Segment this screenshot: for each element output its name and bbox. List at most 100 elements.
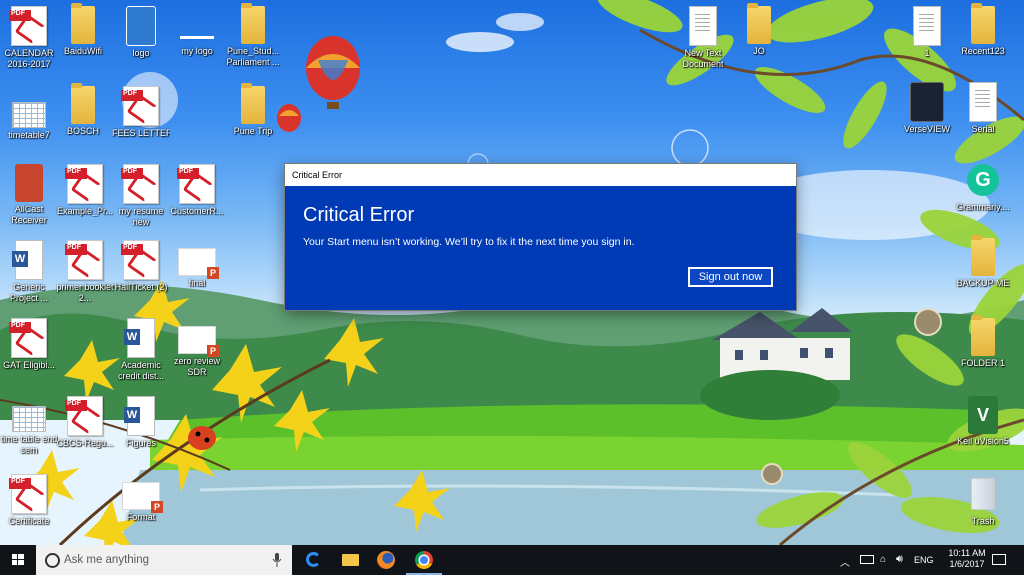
language-indicator[interactable]: ENG	[914, 555, 936, 567]
spreadsheet-file-icon	[12, 102, 46, 128]
taskbar-file-explorer[interactable]	[332, 545, 368, 575]
pdf-file-icon: PDF	[121, 164, 159, 204]
taskbar: Ask me anything ︿ ⌂ 🔊︎ ENG 10:11 AM 1/6/…	[0, 545, 1024, 575]
folder-icon	[71, 3, 95, 44]
desktop-icon-keil-uvision5[interactable]: V Keil uVision5	[954, 396, 1012, 447]
critical-error-dialog: Critical Error Critical Error Your Start…	[285, 164, 796, 310]
folder-icon	[241, 3, 265, 44]
blank-image-icon	[180, 6, 214, 44]
desktop-icon-hallticket[interactable]: PDF HallTicket (2)	[112, 240, 170, 293]
show-hidden-icons-chevron-icon[interactable]: ︿	[840, 554, 850, 569]
spreadsheet-file-icon	[12, 406, 46, 432]
text-file-icon	[913, 6, 941, 46]
desktop-icon-grammarly[interactable]: G Grammarly....	[954, 162, 1012, 213]
desktop-icon-baiduwifi[interactable]: BaiduWifi	[54, 3, 112, 57]
text-file-icon	[689, 6, 717, 46]
desktop-icon-my-resume[interactable]: PDF my resume new	[112, 164, 170, 228]
desktop-icon-timetable7[interactable]: timetable7	[0, 92, 58, 141]
search-placeholder: Ask me anything	[64, 554, 150, 566]
powerpoint-file-icon	[178, 248, 219, 279]
folder-icon	[971, 3, 995, 44]
pdf-file-icon: PDF	[121, 86, 159, 126]
desktop-icon-example-pr[interactable]: PDF Example_Pr...	[56, 164, 114, 217]
desktop-icon-serial[interactable]: Serial	[954, 82, 1012, 135]
word-file-icon	[12, 240, 43, 280]
desktop-icon-gat-eligibility[interactable]: PDF GAT Eligibi...	[0, 318, 58, 371]
taskbar-edge[interactable]	[296, 545, 332, 575]
verseview-app-icon	[910, 82, 944, 122]
desktop-icon-my-logo[interactable]: my logo	[168, 6, 226, 57]
allcast-app-icon	[15, 164, 43, 202]
desktop-icon-time-table-end-sem[interactable]: time table end sem	[0, 396, 58, 456]
desktop-icon-academic-credit[interactable]: Academic credit dist...	[112, 318, 170, 382]
desktop-icon-1[interactable]: 1	[898, 6, 956, 59]
sign-out-now-button[interactable]: Sign out now	[688, 267, 773, 287]
cortana-icon	[45, 553, 60, 568]
folder-icon	[971, 315, 995, 356]
taskbar-chrome[interactable]	[406, 545, 442, 575]
folder-icon	[71, 83, 95, 124]
desktop-icon-logo[interactable]: logo	[112, 6, 170, 59]
folder-icon	[971, 235, 995, 276]
desktop-icon-zero-review[interactable]: zero review SDR	[168, 318, 226, 378]
logo-image-icon	[126, 6, 156, 46]
desktop-icon-figures[interactable]: Figures	[112, 396, 170, 449]
desktop-icon-backup-me[interactable]: BACKUP ME	[954, 235, 1012, 289]
folder-icon	[747, 3, 771, 44]
volume-icon[interactable]: 🔊︎	[896, 553, 910, 567]
desktop-icon-calendar[interactable]: PDF CALENDAR 2016-2017	[0, 6, 58, 70]
desktop-icon-new-text-document[interactable]: New Text Document	[674, 6, 732, 70]
dialog-heading: Critical Error	[303, 204, 415, 226]
firefox-icon	[377, 551, 395, 569]
desktop-icon-pune-student-parliament[interactable]: Pune_Stud... Parliament ...	[224, 3, 282, 68]
system-clock[interactable]: 10:11 AM 1/6/2017	[936, 548, 998, 570]
clock-date: 1/6/2017	[949, 559, 985, 569]
desktop-icon-customer-r[interactable]: PDF CustomerR...	[168, 164, 226, 217]
pdf-file-icon: PDF	[121, 240, 159, 280]
text-file-icon	[969, 82, 997, 122]
desktop-icon-jo[interactable]: JO	[730, 3, 788, 57]
desktop-icon-fees-letter[interactable]: PDF FEES LETTER	[112, 86, 170, 139]
desktop-icon-allcast[interactable]: AllCast Receiver	[0, 164, 58, 226]
desktop-icon-format[interactable]: Format	[112, 474, 170, 523]
word-file-icon	[124, 318, 155, 358]
dialog-titlebar[interactable]: Critical Error	[285, 164, 796, 186]
desktop-icon-certificate[interactable]: PDF Certificate	[0, 474, 58, 527]
grammarly-app-icon: G	[967, 164, 999, 196]
pdf-file-icon: PDF	[65, 396, 103, 436]
taskbar-firefox[interactable]	[368, 545, 404, 575]
desktop-icon-pune-trip[interactable]: Pune Trip	[224, 83, 282, 137]
word-file-icon	[124, 396, 155, 436]
pdf-file-icon: PDF	[9, 318, 47, 358]
pdf-file-icon: PDF	[9, 474, 47, 514]
powerpoint-file-icon	[178, 326, 219, 357]
balloon-large	[306, 36, 360, 109]
pdf-file-icon: PDF	[65, 164, 103, 204]
edge-icon	[306, 552, 321, 567]
action-center-icon[interactable]	[992, 554, 1006, 565]
desktop-icon-final[interactable]: final	[168, 240, 226, 289]
desktop-icon-primer-booklet[interactable]: PDF primer booklet 2...	[56, 240, 114, 304]
pdf-file-icon: PDF	[65, 240, 103, 280]
desktop-icon-recent123[interactable]: Recent123	[954, 3, 1012, 57]
battery-icon[interactable]	[860, 555, 874, 564]
desktop-icon-trash[interactable]: Trash	[954, 474, 1012, 527]
desktop-icon-verseview[interactable]: VerseVIEW	[898, 82, 956, 135]
desktop-icon-cbcs-regu[interactable]: PDF CBCS-Regu...	[56, 396, 114, 449]
file-explorer-icon	[342, 554, 359, 566]
desktop-icon-generic-project[interactable]: Generic Project ...	[0, 240, 58, 304]
folder-icon	[241, 83, 265, 124]
desktop-icon-folder-1[interactable]: FOLDER 1	[954, 315, 1012, 369]
pdf-file-icon: PDF	[177, 164, 215, 204]
cortana-search-box[interactable]: Ask me anything	[36, 545, 292, 575]
windows-logo-icon	[12, 554, 24, 565]
microphone-icon[interactable]	[272, 553, 282, 567]
powerpoint-file-icon	[122, 482, 163, 513]
network-icon[interactable]: ⌂	[880, 554, 892, 566]
recycle-bin-icon	[971, 478, 995, 510]
desktop-icon-bosch[interactable]: BOSCH	[54, 83, 112, 137]
start-button[interactable]	[0, 545, 36, 575]
clock-time: 10:11 AM	[948, 548, 986, 558]
chrome-icon	[415, 551, 433, 569]
keil-app-icon: V	[968, 396, 998, 434]
